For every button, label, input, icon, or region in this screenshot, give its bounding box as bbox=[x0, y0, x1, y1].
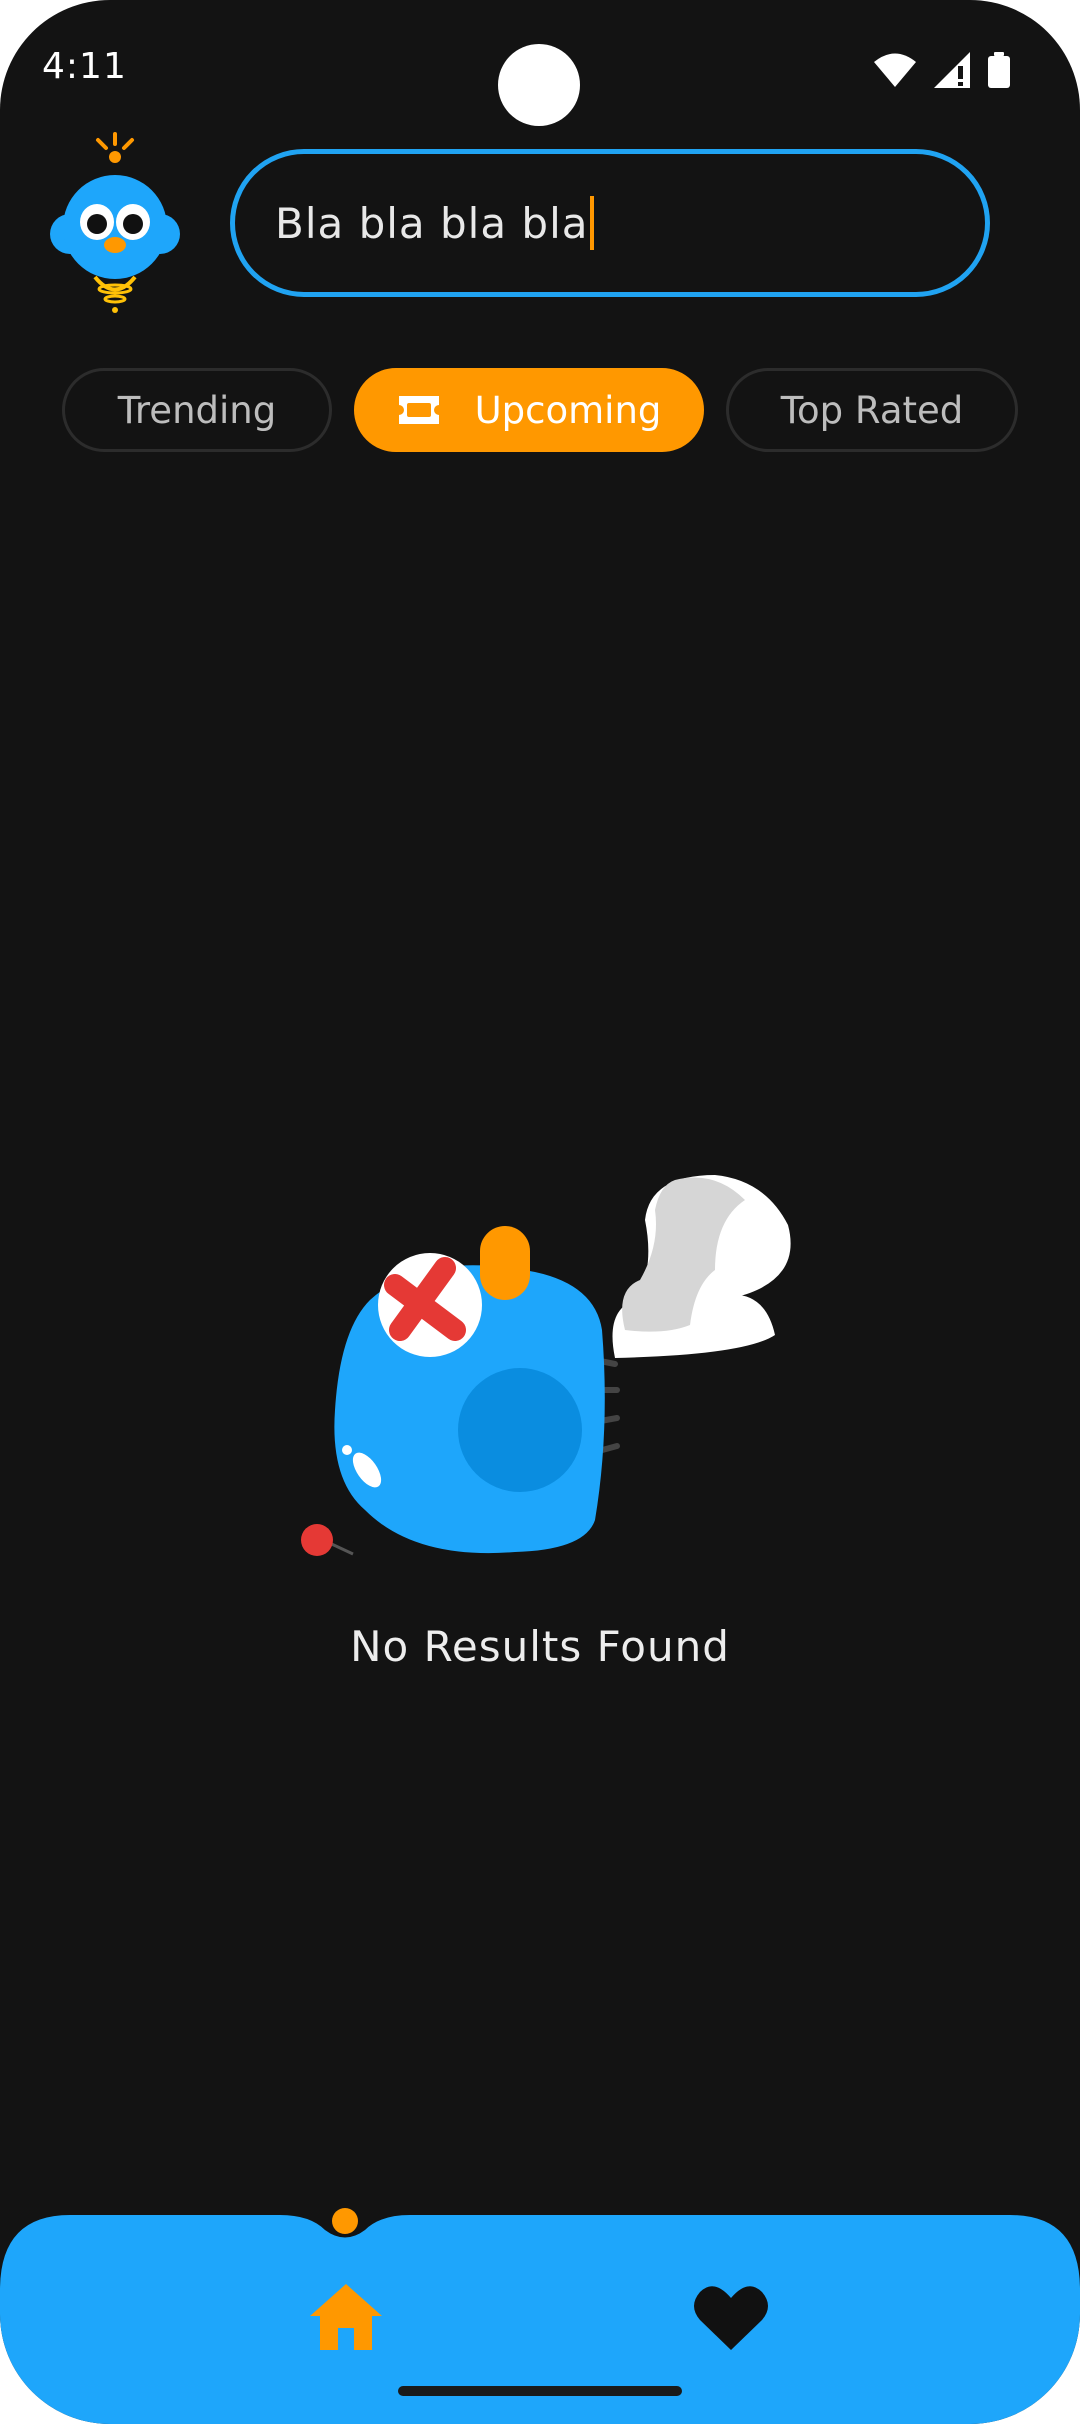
status-icons bbox=[874, 52, 1010, 88]
chip-upcoming[interactable]: Upcoming bbox=[354, 368, 704, 452]
app-logo-icon bbox=[50, 132, 180, 313]
gesture-handle bbox=[398, 2386, 682, 2396]
no-results-message: No Results Found bbox=[350, 1622, 730, 1671]
ticket-icon bbox=[397, 394, 441, 426]
chip-label: Upcoming bbox=[474, 388, 662, 432]
search-input-value: Bla bla bla bla bbox=[275, 198, 589, 248]
search-input[interactable]: Bla bla bla bla bbox=[230, 149, 990, 297]
chip-label: Top Rated bbox=[780, 388, 964, 432]
chip-top-rated[interactable]: Top Rated bbox=[726, 368, 1018, 452]
chip-trending[interactable]: Trending bbox=[62, 368, 332, 452]
filter-chips: Trending Upcoming Top Rated bbox=[0, 368, 1080, 452]
chip-label: Trending bbox=[117, 388, 277, 432]
heart-icon[interactable] bbox=[692, 2282, 770, 2352]
home-icon[interactable] bbox=[306, 2280, 386, 2354]
battery-icon bbox=[988, 52, 1010, 88]
camera-cutout bbox=[498, 44, 580, 126]
active-nav-indicator bbox=[332, 2208, 358, 2234]
app-screen: 4:11 Bla bla bla bla Trending Upcoming T… bbox=[0, 0, 1080, 2424]
status-time: 4:11 bbox=[42, 46, 127, 87]
signal-icon bbox=[934, 52, 970, 88]
wifi-icon bbox=[874, 53, 916, 87]
text-cursor bbox=[590, 196, 595, 250]
no-results-illustration bbox=[301, 1175, 791, 1556]
